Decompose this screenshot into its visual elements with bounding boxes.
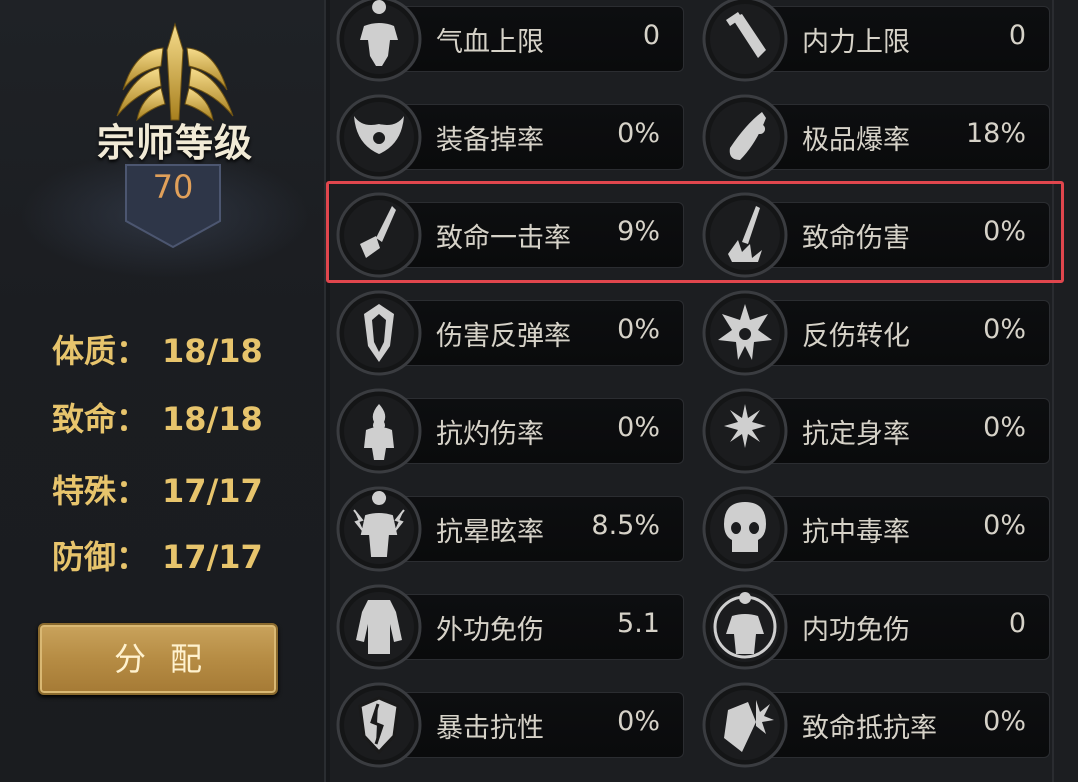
assign-points-button[interactable]: 分配 <box>38 623 278 695</box>
stat-separator: ： <box>116 400 149 438</box>
attribute-label: 装备掉率 <box>436 125 544 156</box>
attribute-label: 极品爆率 <box>802 125 910 156</box>
attribute-value: 0% <box>983 706 1026 737</box>
attribute-value: 0% <box>617 706 660 737</box>
stat-constitution: 体质： 18/18 <box>52 326 312 372</box>
armored-body-icon <box>336 584 422 670</box>
potion-vial-icon <box>702 0 788 82</box>
attribute-cell: 外功免伤 5.1 <box>336 584 684 670</box>
spiky-eye-icon <box>702 290 788 376</box>
stat-value: 18/18 <box>162 400 263 438</box>
attribute-cell: 气血上限 0 <box>336 0 684 82</box>
attribute-cell: 内功免伤 0 <box>702 584 1050 670</box>
attribute-value: 18% <box>965 118 1026 149</box>
snowflake-hand-icon <box>702 388 788 474</box>
winged-eye-icon <box>336 94 422 180</box>
attribute-value: 0% <box>617 314 660 345</box>
shield-burst-icon <box>702 682 788 768</box>
attribute-label: 抗定身率 <box>802 419 910 450</box>
attribute-value: 0% <box>983 510 1026 541</box>
attribute-label: 气血上限 <box>436 27 544 58</box>
attribute-cell: 伤害反弹率 0% <box>336 290 684 376</box>
attribute-value: 8.5% <box>591 510 660 541</box>
rank-level: 70 <box>152 168 194 206</box>
stat-value: 17/17 <box>162 538 263 576</box>
stat-value: 17/17 <box>162 472 263 510</box>
stat-label: 防御 <box>52 538 117 576</box>
attribute-cell: 暴击抗性 0% <box>336 682 684 768</box>
attribute-value: 0% <box>617 118 660 149</box>
attribute-cell: 内力上限 0 <box>702 0 1050 82</box>
attribute-cell: 装备掉率 0% <box>336 94 684 180</box>
comet-burst-icon <box>702 94 788 180</box>
stat-label: 特殊 <box>52 472 117 510</box>
attribute-cell: 极品爆率 18% <box>702 94 1050 180</box>
attribute-label: 抗灼伤率 <box>436 419 544 450</box>
attribute-value: 5.1 <box>617 608 660 639</box>
stat-special: 特殊： 17/17 <box>52 466 312 512</box>
skull-icon <box>702 486 788 572</box>
aura-figure-icon <box>702 584 788 670</box>
stat-defense: 防御： 17/17 <box>52 532 312 578</box>
stat-separator: ： <box>116 538 149 576</box>
attribute-value: 0% <box>983 314 1026 345</box>
highlight-box <box>326 181 1064 283</box>
attribute-cell: 抗晕眩率 8.5% <box>336 486 684 572</box>
muscle-figure-icon <box>336 0 422 82</box>
attribute-label: 内力上限 <box>802 27 910 58</box>
lightning-figure-icon <box>336 486 422 572</box>
stat-separator: ： <box>116 332 149 370</box>
cracked-shield-icon <box>336 682 422 768</box>
stat-value: 18/18 <box>162 332 263 370</box>
reflect-shield-icon <box>336 290 422 376</box>
attribute-value: 0 <box>1008 608 1026 639</box>
attribute-value: 0% <box>983 412 1026 443</box>
rank-title: 宗师等级 <box>96 121 253 165</box>
attribute-label: 致命抵抗率 <box>802 713 937 744</box>
attribute-label: 暴击抗性 <box>436 713 544 744</box>
attribute-label: 内功免伤 <box>802 615 910 646</box>
attribute-value: 0 <box>642 20 660 51</box>
stat-label: 体质 <box>52 332 117 370</box>
attribute-cell: 抗定身率 0% <box>702 388 1050 474</box>
stat-separator: ： <box>116 472 149 510</box>
attribute-label: 抗中毒率 <box>802 517 910 548</box>
attribute-cell: 抗灼伤率 0% <box>336 388 684 474</box>
attribute-label: 外功免伤 <box>436 615 544 646</box>
attribute-label: 伤害反弹率 <box>436 321 571 352</box>
character-panel: 宗师等级 70 体质： 18/18 致命： 18/18 特殊： 17/17 防御： 17… <box>0 0 326 782</box>
stat-lethal: 致命： 18/18 <box>52 394 312 440</box>
attribute-value: 0% <box>617 412 660 443</box>
attribute-label: 抗晕眩率 <box>436 517 544 548</box>
attribute-label: 反伤转化 <box>802 321 910 352</box>
attribute-cell: 抗中毒率 0% <box>702 486 1050 572</box>
attribute-cell: 反伤转化 0% <box>702 290 1050 376</box>
stat-label: 致命 <box>52 400 117 438</box>
flame-figure-icon <box>336 388 422 474</box>
grid-divider <box>1052 0 1054 782</box>
attribute-value: 0 <box>1008 20 1026 51</box>
attribute-cell: 致命抵抗率 0% <box>702 682 1050 768</box>
